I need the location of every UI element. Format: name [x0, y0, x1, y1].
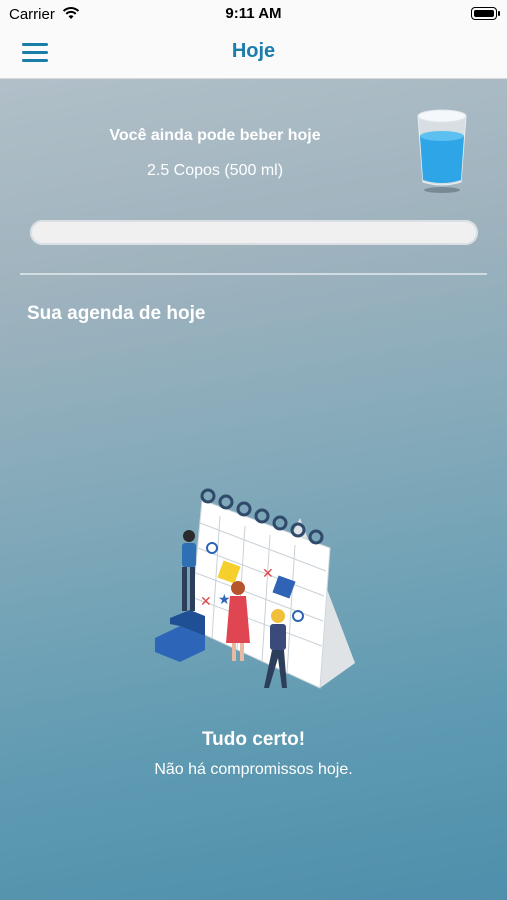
water-glass-icon — [417, 109, 467, 193]
water-remaining-title: Você ainda pode beber hoje — [109, 127, 321, 144]
status-bar: Carrier 9:11 AM — [0, 0, 507, 28]
water-remaining-amount: 2.5 Copos (500 ml) — [146, 162, 284, 179]
agenda-title: Sua agenda de hoje — [27, 303, 206, 324]
battery-icon — [471, 7, 500, 20]
navigation-bar: Hoje — [0, 28, 507, 79]
calendar-people-illustration: ✕ ✕ ★ — [155, 488, 355, 689]
clock: 9:11 AM — [225, 5, 282, 22]
page-title: Hoje — [231, 40, 276, 62]
svg-text:★: ★ — [218, 592, 231, 608]
water-progress-bar — [30, 220, 478, 245]
svg-text:✕: ✕ — [262, 566, 274, 582]
empty-state-message: Não há compromissos hoje. — [154, 761, 353, 778]
svg-text:✕: ✕ — [200, 594, 212, 610]
empty-state-title: Tudo certo! — [201, 729, 306, 750]
section-divider — [20, 273, 487, 275]
